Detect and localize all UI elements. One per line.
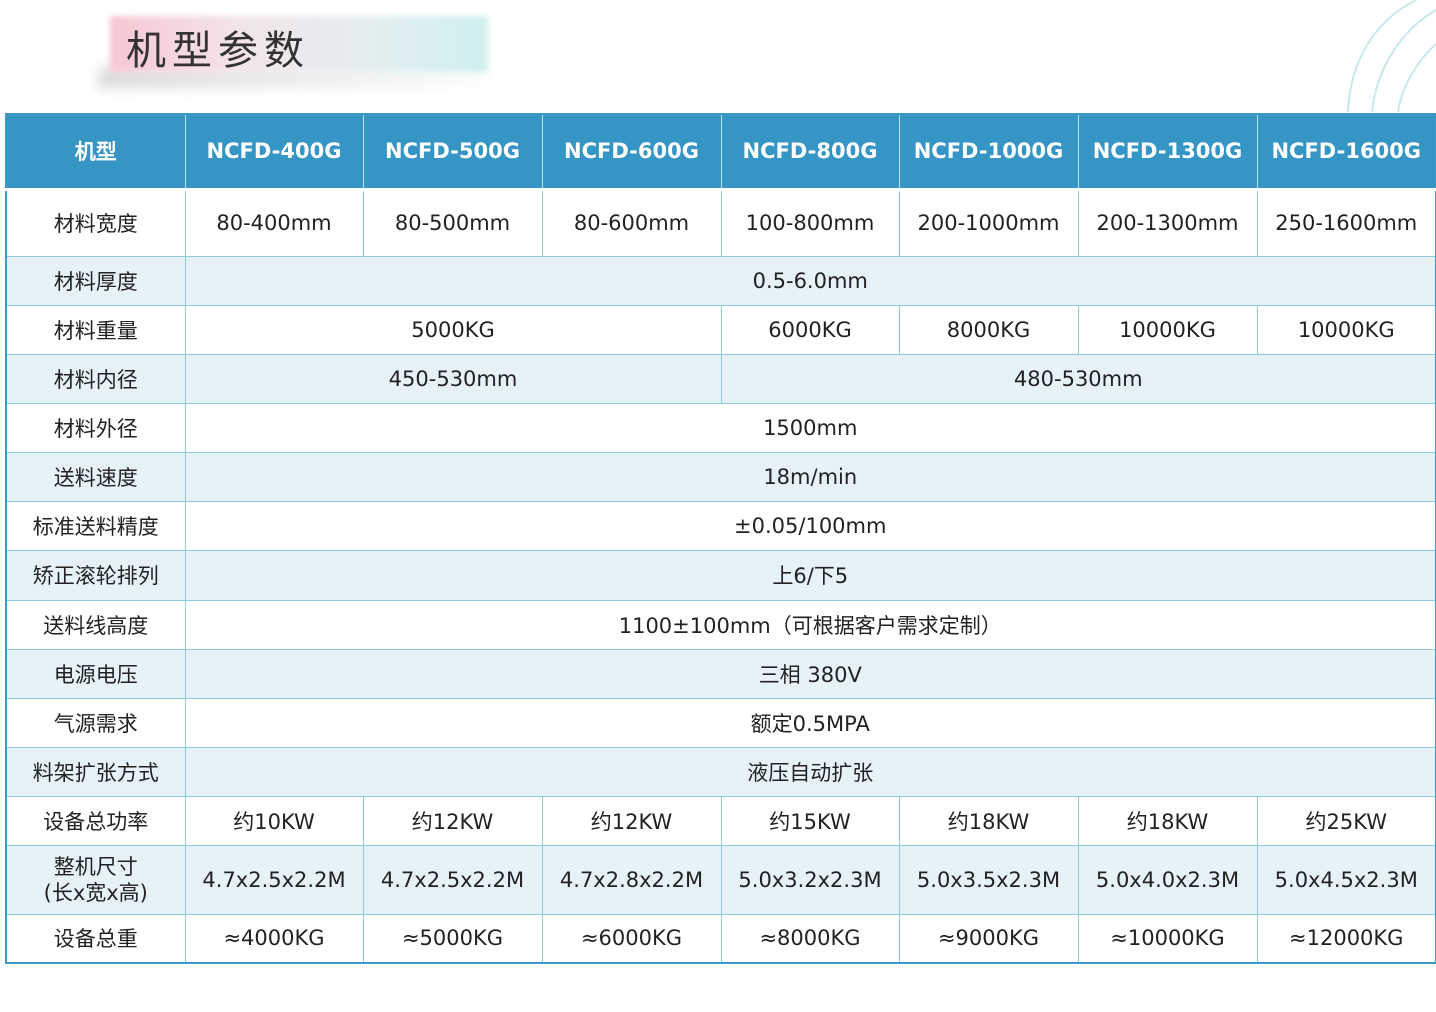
table-row: 送料线高度 1100±100mm（可根据客户需求定制） bbox=[5, 599, 1436, 650]
table-cell: ≈8000KG bbox=[720, 913, 900, 964]
table-cell: 5.0x3.2x2.3M bbox=[720, 844, 900, 915]
row-label: 材料重量 bbox=[5, 304, 186, 355]
table-cell: 480-530mm bbox=[720, 353, 1436, 404]
table-cell: 4.7x2.8x2.2M bbox=[541, 844, 722, 915]
table-cell: 4.7x2.5x2.2M bbox=[184, 844, 364, 915]
page-title: 机型参数 bbox=[126, 28, 310, 74]
table-row: 气源需求 额定0.5MPA bbox=[5, 697, 1436, 748]
table-cell: 三相 380V bbox=[184, 648, 1436, 699]
table-cell: 约15KW bbox=[720, 795, 900, 846]
table-cell: 18m/min bbox=[184, 451, 1436, 502]
table-row: 材料外径 1500mm bbox=[5, 402, 1436, 453]
header-cell: NCFD-1000G bbox=[898, 113, 1079, 191]
row-label: 矫正滚轮排列 bbox=[5, 549, 186, 601]
table-cell: 5000KG bbox=[184, 304, 722, 355]
table-row: 标准送料精度 ±0.05/100mm bbox=[5, 500, 1436, 551]
header-cell: NCFD-1600G bbox=[1256, 113, 1436, 191]
row-label: 材料内径 bbox=[5, 353, 186, 404]
row-label-line1: 整机尺寸 bbox=[53, 854, 138, 879]
header-row: 机型 NCFD-400G NCFD-500G NCFD-600G NCFD-80… bbox=[5, 113, 1436, 191]
table-row: 整机尺寸 (长x宽x高) 4.7x2.5x2.2M 4.7x2.5x2.2M 4… bbox=[5, 844, 1436, 915]
table-cell: 80-500mm bbox=[362, 188, 543, 257]
row-label: 设备总功率 bbox=[5, 795, 186, 846]
table-cell: 约18KW bbox=[1077, 795, 1258, 846]
table-cell: 5.0x4.5x2.3M bbox=[1256, 844, 1436, 915]
table-row: 送料速度 18m/min bbox=[5, 451, 1436, 502]
table-row: 材料厚度 0.5-6.0mm bbox=[5, 255, 1436, 306]
table-cell: 1500mm bbox=[184, 402, 1436, 453]
table-cell: ≈5000KG bbox=[362, 913, 543, 964]
row-label: 送料线高度 bbox=[5, 599, 186, 650]
table-row: 料架扩张方式 液压自动扩张 bbox=[5, 746, 1436, 797]
row-label: 材料厚度 bbox=[5, 255, 186, 306]
table-row: 材料内径 450-530mm 480-530mm bbox=[5, 353, 1436, 404]
table-cell: ≈12000KG bbox=[1256, 913, 1436, 964]
header-cell: NCFD-800G bbox=[720, 113, 900, 191]
table-row: 设备总功率 约10KW 约12KW 约12KW 约15KW 约18KW 约18K… bbox=[5, 795, 1436, 846]
header-cell: NCFD-600G bbox=[541, 113, 722, 191]
table-cell: 4.7x2.5x2.2M bbox=[362, 844, 543, 915]
row-label: 材料宽度 bbox=[5, 188, 186, 257]
table-cell: ≈4000KG bbox=[184, 913, 364, 964]
table-cell: 约18KW bbox=[898, 795, 1079, 846]
row-label: 材料外径 bbox=[5, 402, 186, 453]
table-row: 材料重量 5000KG 6000KG 8000KG 10000KG 10000K… bbox=[5, 304, 1436, 355]
table-cell: 1100±100mm（可根据客户需求定制） bbox=[184, 599, 1436, 650]
header-cell: NCFD-500G bbox=[362, 113, 543, 191]
table-cell: 100-800mm bbox=[720, 188, 900, 257]
table-cell: 200-1300mm bbox=[1077, 188, 1258, 257]
section-title-banner: 机型参数 bbox=[92, 12, 492, 88]
table-row: 电源电压 三相 380V bbox=[5, 648, 1436, 699]
table-row: 矫正滚轮排列 上6/下5 bbox=[5, 549, 1436, 601]
table-cell: 6000KG bbox=[720, 304, 900, 355]
table-cell: 10000KG bbox=[1077, 304, 1258, 355]
row-label: 气源需求 bbox=[5, 697, 186, 748]
corner-arcs-decoration bbox=[1347, 0, 1436, 112]
table-cell: ≈9000KG bbox=[898, 913, 1079, 964]
table-cell: 额定0.5MPA bbox=[184, 697, 1436, 748]
row-label: 送料速度 bbox=[5, 451, 186, 502]
row-label: 料架扩张方式 bbox=[5, 746, 186, 797]
table-cell: 0.5-6.0mm bbox=[184, 255, 1436, 306]
table-cell: 80-400mm bbox=[184, 188, 364, 257]
table-cell: 约10KW bbox=[184, 795, 364, 846]
row-label: 设备总重 bbox=[5, 913, 186, 964]
header-cell: NCFD-1300G bbox=[1077, 113, 1258, 191]
table-cell: 约12KW bbox=[541, 795, 722, 846]
table-cell: 上6/下5 bbox=[184, 549, 1436, 601]
table-cell: 450-530mm bbox=[184, 353, 722, 404]
table-cell: 80-600mm bbox=[541, 188, 722, 257]
row-label: 整机尺寸 (长x宽x高) bbox=[5, 844, 186, 915]
table-cell: ±0.05/100mm bbox=[184, 500, 1436, 551]
table-cell: 5.0x4.0x2.3M bbox=[1077, 844, 1258, 915]
table-cell: 约12KW bbox=[362, 795, 543, 846]
table-cell: 液压自动扩张 bbox=[184, 746, 1436, 797]
table-cell: 5.0x3.5x2.3M bbox=[898, 844, 1079, 915]
table-row: 设备总重 ≈4000KG ≈5000KG ≈6000KG ≈8000KG ≈90… bbox=[5, 913, 1436, 964]
table-cell: 10000KG bbox=[1256, 304, 1436, 355]
header-cell-model: 机型 bbox=[5, 113, 186, 191]
table-cell: 250-1600mm bbox=[1256, 188, 1436, 257]
table-cell: 200-1000mm bbox=[898, 188, 1079, 257]
table-row: 材料宽度 80-400mm 80-500mm 80-600mm 100-800m… bbox=[5, 188, 1436, 257]
table-cell: ≈6000KG bbox=[541, 913, 722, 964]
table-cell: 约25KW bbox=[1256, 795, 1436, 846]
row-label: 电源电压 bbox=[5, 648, 186, 699]
table-cell: 8000KG bbox=[898, 304, 1079, 355]
row-label-line2: (长x宽x高) bbox=[43, 880, 148, 905]
spec-table: 机型 NCFD-400G NCFD-500G NCFD-600G NCFD-80… bbox=[5, 113, 1436, 964]
row-label: 标准送料精度 bbox=[5, 500, 186, 551]
header-cell: NCFD-400G bbox=[184, 113, 364, 191]
table-cell: ≈10000KG bbox=[1077, 913, 1258, 964]
